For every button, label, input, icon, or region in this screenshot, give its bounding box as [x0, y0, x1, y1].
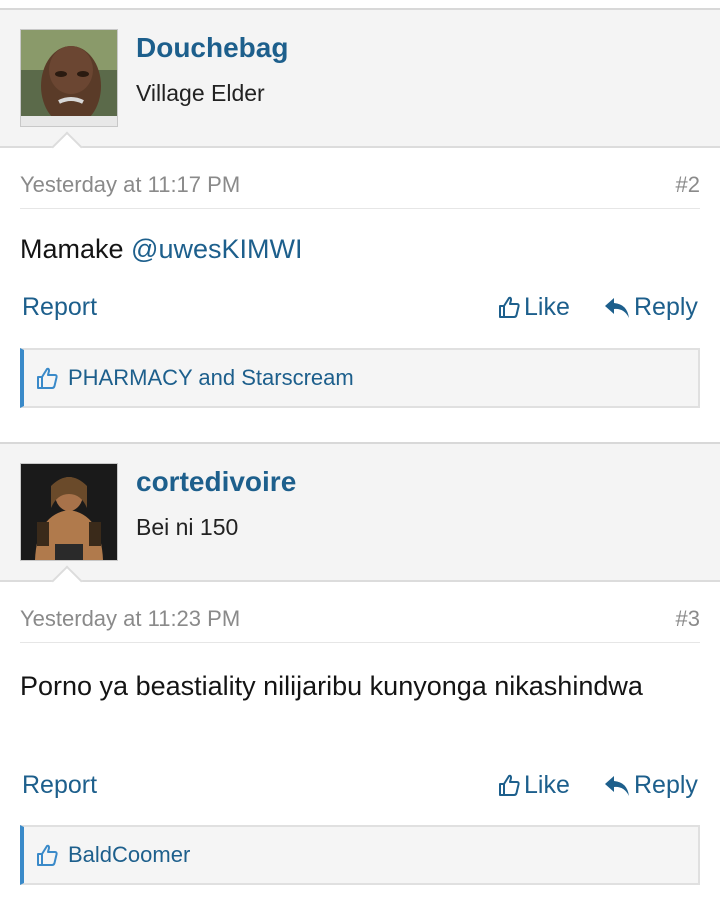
- reply-label: Reply: [634, 771, 698, 799]
- reply-label: Reply: [634, 293, 698, 321]
- thumbs-up-icon: [499, 774, 520, 796]
- post-message: Mamake @uwesKIMWI: [20, 229, 680, 270]
- user-title: Bei ni 150: [136, 514, 239, 540]
- post-number[interactable]: #2: [676, 172, 700, 198]
- likes-summary: BaldCoomer: [20, 825, 700, 885]
- post-date[interactable]: Yesterday at 11:23 PM: [20, 606, 240, 632]
- header-pointer: [51, 565, 83, 597]
- avatar[interactable]: [20, 29, 118, 127]
- like-button[interactable]: Like: [498, 771, 570, 800]
- message-text: Mamake: [20, 234, 132, 264]
- post-actions: Report Like Reply: [22, 289, 698, 329]
- post-user-header: cortedivoire Bei ni 150: [0, 444, 720, 597]
- post-meta: Yesterday at 11:23 PM #3: [20, 594, 700, 643]
- liked-by-users[interactable]: BaldCoomer: [68, 842, 190, 868]
- post-date[interactable]: Yesterday at 11:17 PM: [20, 172, 240, 198]
- like-label: Like: [524, 293, 570, 321]
- post-actions: Report Like Reply: [22, 767, 698, 807]
- thread-page: Douchebag Village Elder Yesterday at 11:…: [0, 0, 720, 907]
- post-number[interactable]: #3: [676, 606, 700, 632]
- liked-by-users[interactable]: PHARMACY and Starscream: [68, 365, 354, 391]
- post-user-header: Douchebag Village Elder: [0, 10, 720, 163]
- post-message: Porno ya beastiality nilijaribu kunyonga…: [20, 666, 680, 707]
- thumbs-up-icon: [499, 296, 520, 318]
- like-button[interactable]: Like: [498, 293, 570, 322]
- reply-arrow-icon: [605, 776, 629, 796]
- thumbs-up-icon: [37, 844, 58, 866]
- thumbs-up-icon: [37, 367, 58, 389]
- post: cortedivoire Bei ni 150 Yesterday at 11:…: [0, 442, 720, 907]
- avatar-image: [21, 464, 117, 560]
- post-meta: Yesterday at 11:17 PM #2: [20, 160, 700, 209]
- avatar[interactable]: [20, 463, 118, 561]
- like-label: Like: [524, 771, 570, 799]
- message-text: Porno ya beastiality nilijaribu kunyonga…: [20, 671, 643, 701]
- report-link[interactable]: Report: [22, 293, 97, 322]
- likes-summary: PHARMACY and Starscream: [20, 348, 700, 408]
- username[interactable]: Douchebag: [136, 32, 288, 64]
- username[interactable]: cortedivoire: [136, 466, 296, 498]
- post: Douchebag Village Elder Yesterday at 11:…: [0, 8, 720, 429]
- header-pointer: [51, 131, 83, 163]
- reply-arrow-icon: [605, 298, 629, 318]
- reply-button[interactable]: Reply: [604, 293, 698, 322]
- reply-button[interactable]: Reply: [604, 771, 698, 800]
- report-link[interactable]: Report: [22, 771, 97, 800]
- avatar-image: [21, 30, 117, 126]
- user-mention-link[interactable]: @uwesKIMWI: [131, 234, 302, 264]
- user-title: Village Elder: [136, 80, 265, 106]
